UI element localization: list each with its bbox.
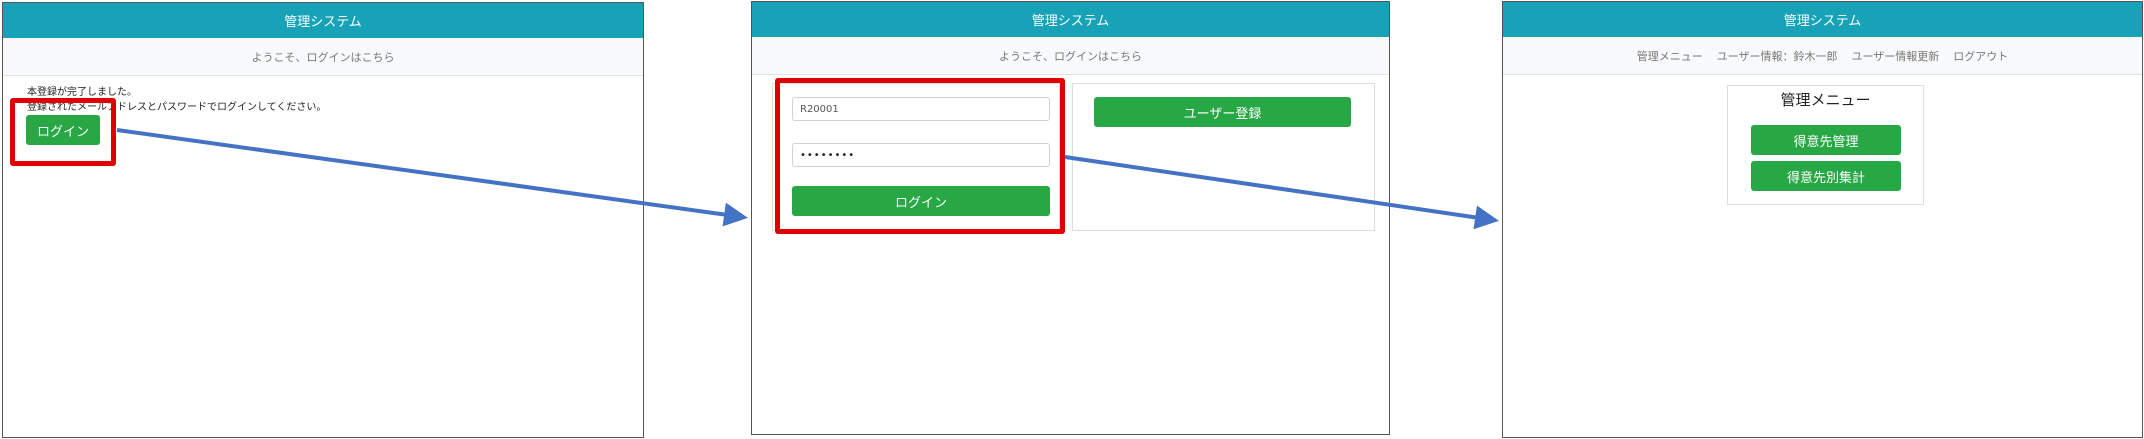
arrow-to-login-screen: [116, 128, 748, 227]
flow-arrows: [116, 128, 1499, 230]
arrow-to-admin-menu: [1064, 155, 1499, 230]
